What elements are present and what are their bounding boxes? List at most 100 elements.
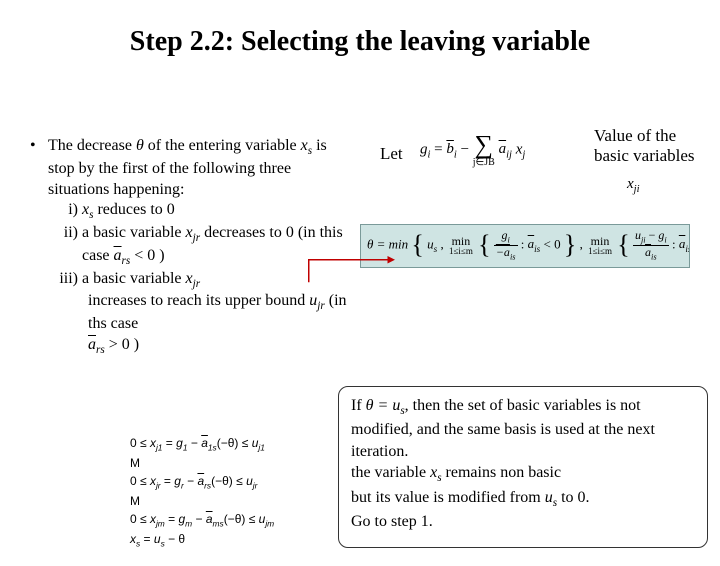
t: the variable [351,464,430,481]
sub: rs [96,344,105,356]
brace-l: { [411,235,423,256]
brace-l3: { [617,235,629,256]
t: remains non basic [442,464,562,481]
frac2: uji − gi ais [633,229,669,262]
s: 1s [208,442,217,452]
sub: jr [193,278,200,290]
s: j1 [258,442,265,452]
t: to 0. [557,489,589,506]
t: − θ [165,532,185,546]
min2: min1≤i≤m [586,235,614,256]
item-i-text: xs reduces to 0 [82,200,175,223]
sub: jr [193,232,200,244]
t: = [161,474,175,488]
theta-eq-us: θ = u [366,397,401,414]
item-iii: iii) a basic variable xjr increases to r… [48,269,350,358]
x: x [186,270,193,287]
sub: s [434,244,438,254]
equation-gi: gi = bi − ∑j∈JB aij xj [420,132,525,168]
t: ) [155,247,164,264]
s: ms [213,518,224,528]
item-ii-text: a basic variable xjr decreases to 0 (in … [82,223,350,269]
sub: ji [634,184,640,195]
roman-iii: iii) [48,269,82,358]
system-inequalities: 0 ≤ xj1 = g1 − a1s(−θ) ≤ uj1 M 0 ≤ xjr =… [130,434,340,550]
sub: jr [317,301,324,313]
sum: ∑j∈JB [473,132,495,168]
sub: rs [122,255,131,267]
rel: < 0 [540,236,560,251]
left-column: • The decrease θ of the entering variabl… [30,136,350,358]
slide-title: Step 2.2: Selecting the leaving variable [0,26,720,58]
t: reduces to 0 [93,201,174,218]
roman-i: i) [48,200,82,223]
sub: is [651,252,657,261]
min-bot: 1≤i≤m [447,247,475,256]
bullet-text: The decrease θ of the entering variable … [48,136,350,358]
t: of the entering variable [144,137,301,154]
abar: a [114,246,122,267]
t: 0 ≤ [130,436,150,450]
t: 0 ≤ [130,474,150,488]
sys-row-m: 0 ≤ xjm = gm − ams(−θ) ≤ ujm [130,510,340,530]
sys-dots: M [130,454,340,472]
sys-row-1: 0 ≤ xj1 = g1 − a1s(−θ) ≤ uj1 [130,434,340,454]
rel: > 0 [105,336,130,353]
sub: j [522,149,525,160]
theta: θ [136,137,144,154]
sys-dots2: M [130,492,340,510]
t: = [162,436,176,450]
sys-row-r: 0 ≤ xjr = gr − ars(−θ) ≤ ujr [130,472,340,492]
x: x [186,224,193,241]
roman-ii: ii) [48,223,82,269]
note-l3: but its value is modified from us to 0. [351,487,695,511]
value-label: Value of the basic variables [594,126,704,166]
x: x [627,176,634,192]
main-bullet: • The decrease θ of the entering variabl… [30,136,350,358]
s: jm [265,518,274,528]
t: a basic variable [82,224,186,241]
s: jr [253,480,258,490]
t: (−θ) ≤ [217,436,252,450]
note-l1: If θ = us, then the set of basic variabl… [351,395,695,462]
rel: < 0 [130,247,155,264]
t: ) [130,336,139,353]
item-i: i) xs reduces to 0 [48,200,350,223]
t: − [192,512,206,526]
t: increases to reach its upper bound [88,292,309,309]
a: −a [496,246,510,258]
lhs: θ = min [367,236,408,251]
iii-cont: increases to reach its upper bound ujr (… [88,291,350,357]
min-bot: 1≤i≤m [586,247,614,256]
abar: a [88,335,96,356]
t: but its value is modified from [351,489,545,506]
s: jm [156,518,165,528]
theta-formula-box: θ = min { us , min1≤i≤m { gi −ais : ais … [360,224,690,268]
a: a [206,510,213,528]
u: u [545,489,553,506]
minus: − [646,228,659,242]
brace-l2: { [478,235,490,256]
sub: i [508,235,510,244]
t: 0 ≤ [130,512,150,526]
sub: ij [506,149,512,160]
xji-var: xji [627,176,640,195]
eq: = [430,141,446,157]
a: a [201,434,208,452]
note-box: If θ = us, then the set of basic variabl… [338,386,708,548]
abar: a [499,141,507,158]
u: u [246,474,253,488]
t: = [140,532,154,546]
frac1: gi −ais [494,229,518,262]
t: The decrease [48,137,136,154]
min-top: min [447,235,475,247]
sum-sub: j∈JB [473,158,495,168]
min-top: min [586,235,614,247]
t: If [351,397,366,414]
bullet-dot: • [30,136,48,358]
t: (−θ) ≤ [224,512,259,526]
note-l2: the variable xs remains non basic [351,462,695,486]
let-label: Let [380,144,403,164]
sub: is [510,252,516,261]
xs: x [301,137,308,154]
